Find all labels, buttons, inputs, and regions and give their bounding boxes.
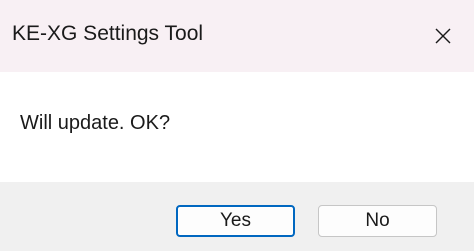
window-title: KE-XG Settings Tool <box>12 22 204 45</box>
close-button[interactable] <box>412 0 474 72</box>
button-bar: Yes No <box>0 182 474 251</box>
dialog-content: Will update. OK? <box>0 72 474 182</box>
no-button[interactable]: No <box>318 205 437 237</box>
yes-button[interactable]: Yes <box>176 205 295 237</box>
message-dialog: KE-XG Settings Tool Will update. OK? Yes… <box>0 0 474 251</box>
title-bar[interactable]: KE-XG Settings Tool <box>0 0 474 72</box>
dialog-message: Will update. OK? <box>20 112 171 134</box>
close-icon <box>433 26 453 46</box>
